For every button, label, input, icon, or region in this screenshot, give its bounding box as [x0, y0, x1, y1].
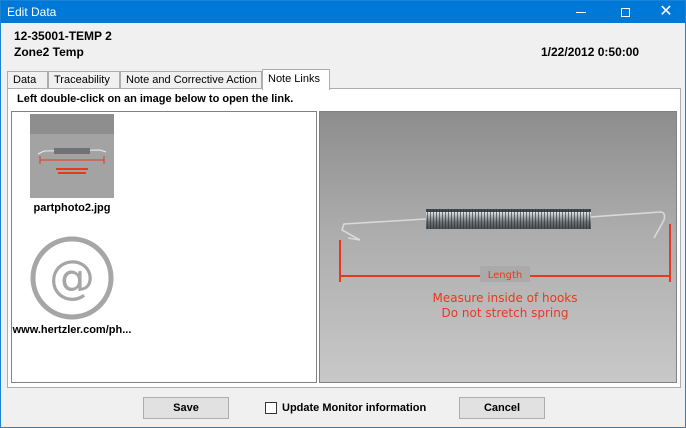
window-title: Edit Data: [7, 5, 57, 19]
maximize-button[interactable]: [608, 1, 642, 23]
spring-preview-image: Length Measure inside of hooks Do not st…: [320, 112, 676, 382]
list-item-web-link[interactable]: @ www.hertzler.com/ph...: [12, 236, 132, 336]
cancel-button[interactable]: Cancel: [459, 397, 545, 419]
update-monitor-option[interactable]: Update Monitor information: [265, 402, 426, 414]
minimize-button[interactable]: [564, 1, 598, 23]
note-links-panel: Left double-click on an image below to o…: [7, 88, 681, 388]
tab-note-links[interactable]: Note Links: [262, 69, 330, 90]
close-icon: ✕: [659, 3, 673, 20]
record-name: Zone2 Temp: [14, 45, 84, 59]
tab-data[interactable]: Data: [7, 71, 48, 88]
image-preview: Length Measure inside of hooks Do not st…: [319, 111, 677, 383]
edit-data-window: Edit Data ✕ 12-35001-TEMP 2 Zone2 Temp 1…: [0, 0, 686, 428]
length-annotation: Length: [488, 270, 523, 281]
title-bar[interactable]: Edit Data ✕: [1, 1, 685, 23]
close-button[interactable]: ✕: [649, 1, 683, 23]
image-link-label: partphoto2.jpg: [33, 202, 111, 214]
at-sign-glyph: @: [49, 250, 95, 304]
maximize-icon: [620, 7, 630, 17]
record-timestamp: 1/22/2012 0:50:00: [541, 45, 640, 59]
tab-traceability[interactable]: Traceability: [48, 71, 120, 88]
spring-coil: [426, 209, 591, 229]
record-id: 12-35001-TEMP 2: [14, 29, 112, 43]
update-monitor-label: Update Monitor information: [282, 402, 427, 414]
photo-thumbnail[interactable]: [30, 114, 114, 198]
caption-line-2: Do not stretch spring: [442, 306, 569, 320]
web-link-thumbnail[interactable]: @: [30, 236, 114, 320]
list-item-image[interactable]: partphoto2.jpg: [12, 114, 132, 214]
update-monitor-checkbox[interactable]: [265, 402, 277, 414]
tab-note-and-corrective-action[interactable]: Note and Corrective Action: [120, 71, 262, 88]
spring-thumbnail-image: [30, 114, 114, 198]
link-list[interactable]: partphoto2.jpg @ www.hertzler.com/ph...: [11, 111, 317, 383]
save-button[interactable]: Save: [143, 397, 229, 419]
minimize-icon: [576, 11, 586, 13]
at-sign-icon: @: [30, 236, 114, 320]
instruction-text: Left double-click on an image below to o…: [17, 93, 294, 105]
web-link-label: www.hertzler.com/ph...: [12, 324, 132, 336]
caption-line-1: Measure inside of hooks: [432, 291, 577, 305]
